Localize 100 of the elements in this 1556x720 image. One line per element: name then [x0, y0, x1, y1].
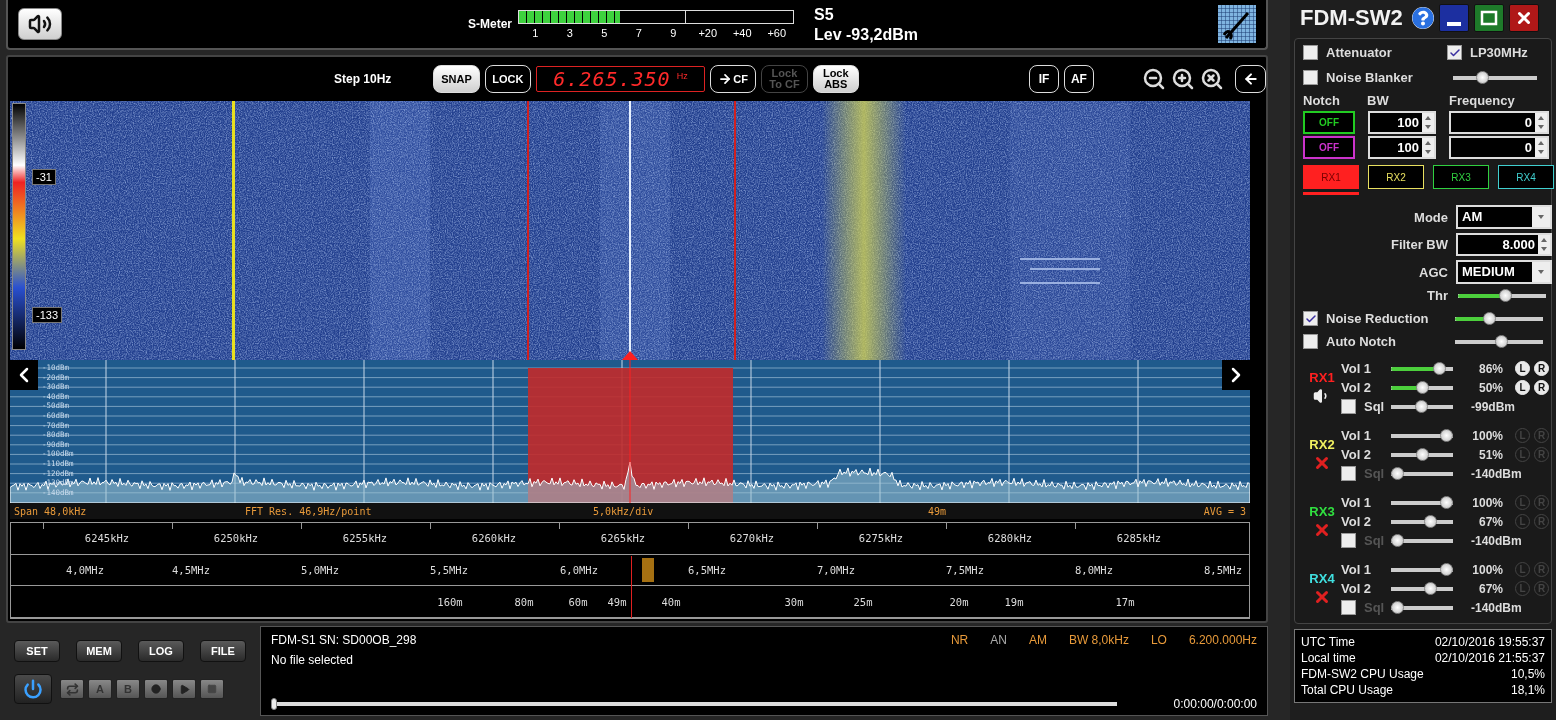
- receiver-label: RX1: [1309, 370, 1335, 385]
- function-button[interactable]: MEM: [76, 640, 122, 662]
- channel-button[interactable]: L: [1515, 361, 1530, 376]
- checkbox[interactable]: [1303, 45, 1318, 60]
- slider-thumb[interactable]: [1494, 335, 1508, 348]
- receiver-tab[interactable]: RX3: [1433, 165, 1489, 189]
- scroll-right-button[interactable]: [1222, 360, 1250, 390]
- slider-thumb[interactable]: [1391, 467, 1404, 480]
- spin-field[interactable]: 8.000: [1456, 233, 1552, 256]
- channel-button[interactable]: L: [1515, 380, 1530, 395]
- slider-thumb[interactable]: [1440, 429, 1453, 442]
- function-button[interactable]: SET: [14, 640, 60, 662]
- dropdown[interactable]: AM: [1456, 205, 1552, 229]
- record-button[interactable]: [144, 679, 168, 699]
- function-button[interactable]: LOG: [138, 640, 184, 662]
- center-button[interactable]: CF: [709, 65, 757, 93]
- scroll-left-button[interactable]: [10, 360, 38, 390]
- function-button[interactable]: FILE: [200, 640, 246, 662]
- close-button[interactable]: [1508, 4, 1539, 32]
- notch-toggle[interactable]: OFF: [1303, 111, 1355, 134]
- zoom-out-icon[interactable]: [1142, 67, 1167, 91]
- muted-icon[interactable]: [1313, 521, 1331, 539]
- receiver-tab[interactable]: RX4: [1498, 165, 1554, 189]
- channel-button[interactable]: R: [1534, 380, 1549, 395]
- spin-field[interactable]: 100: [1368, 136, 1436, 159]
- playback-thumb[interactable]: [271, 698, 277, 710]
- checkbox[interactable]: [1303, 334, 1318, 349]
- squelch-label: Sql: [1364, 533, 1385, 548]
- help-icon[interactable]: [1411, 7, 1434, 29]
- maximize-button[interactable]: [1473, 4, 1504, 32]
- slider-thumb[interactable]: [1476, 71, 1490, 84]
- frequency-scale-label: 7,5MHz: [946, 564, 984, 576]
- checkbox[interactable]: [1341, 600, 1356, 615]
- volume-label: Vol 1: [1341, 361, 1373, 376]
- status-value: 10,5%: [1509, 667, 1545, 681]
- spin-field[interactable]: 0: [1449, 111, 1549, 134]
- checkbox[interactable]: [1447, 45, 1462, 60]
- minimize-button[interactable]: [1438, 4, 1469, 32]
- volume-label: Vol 2: [1341, 447, 1373, 462]
- repeat-button[interactable]: [60, 679, 84, 699]
- frequency-display[interactable]: 6.265.350 Hz: [536, 66, 705, 92]
- notch-toggle[interactable]: OFF: [1303, 136, 1355, 159]
- slider-thumb[interactable]: [1440, 563, 1453, 576]
- squelch-label: Sql: [1364, 399, 1385, 414]
- checkbox[interactable]: [1341, 466, 1356, 481]
- edit-icon[interactable]: [1218, 5, 1256, 43]
- power-button[interactable]: [14, 674, 52, 704]
- slider-thumb[interactable]: [1391, 601, 1404, 614]
- speaker-button[interactable]: [18, 8, 62, 40]
- status-value: 02/10/2016 21:55:37: [1434, 651, 1545, 665]
- slider-thumb[interactable]: [1423, 515, 1437, 528]
- view-button[interactable]: IF: [1029, 65, 1059, 93]
- slider-thumb[interactable]: [1440, 496, 1453, 509]
- level-reading: Lev -93,2dBm: [814, 26, 919, 44]
- slider-thumb[interactable]: [1482, 312, 1496, 325]
- view-button[interactable]: AF: [1064, 65, 1094, 93]
- slider-thumb[interactable]: [1415, 381, 1429, 394]
- slider-thumb[interactable]: [1423, 582, 1437, 595]
- channel-button[interactable]: R: [1534, 361, 1549, 376]
- checkbox[interactable]: [1341, 399, 1356, 414]
- step-label: Step 10Hz: [334, 72, 392, 86]
- frequency-scale-label: 7,0MHz: [817, 564, 855, 576]
- checkbox[interactable]: [1303, 70, 1318, 85]
- s-meter-scale-label: +60: [766, 26, 788, 39]
- repeat-icon: [65, 682, 79, 696]
- frequency-scale-label: 6265kHz: [600, 532, 646, 545]
- checkbox[interactable]: [1341, 533, 1356, 548]
- frequency-scale-label: 5,5MHz: [430, 564, 468, 576]
- stop-icon: [207, 684, 217, 694]
- slider-thumb[interactable]: [1416, 448, 1429, 461]
- setting-label: AGC: [1418, 264, 1448, 280]
- spin-field[interactable]: 0: [1449, 136, 1549, 159]
- checkbox[interactable]: [1303, 311, 1318, 326]
- play-button[interactable]: [172, 679, 196, 699]
- frequency-scale-label: 6285kHz: [1116, 532, 1162, 545]
- slider-thumb[interactable]: [1414, 400, 1428, 413]
- setting-label: Mode: [1413, 209, 1448, 225]
- slider-thumb[interactable]: [1499, 289, 1513, 302]
- dropdown[interactable]: MEDIUM: [1456, 260, 1552, 284]
- stop-button[interactable]: [200, 679, 224, 699]
- toggle-button[interactable]: Lock ABS: [812, 65, 859, 93]
- squelch-reading: -140dBm: [1470, 533, 1523, 548]
- receiver-tab[interactable]: RX2: [1368, 165, 1424, 189]
- band-label: 17m: [1115, 595, 1135, 608]
- slider-thumb[interactable]: [1433, 362, 1447, 375]
- zoom-reset-icon[interactable]: [1200, 67, 1225, 91]
- zoom-in-icon[interactable]: [1171, 67, 1196, 91]
- back-button[interactable]: [1235, 65, 1266, 93]
- toggle-button[interactable]: LOCK: [484, 65, 531, 93]
- spin-field[interactable]: 100: [1368, 111, 1436, 134]
- volume-reading: 50%: [1477, 380, 1503, 395]
- band-label: 25m: [853, 595, 873, 608]
- toggle-button[interactable]: SNAP: [433, 65, 480, 93]
- slider-thumb[interactable]: [1391, 534, 1404, 547]
- muted-icon[interactable]: [1313, 588, 1331, 606]
- muted-icon[interactable]: [1313, 454, 1331, 472]
- column-header: BW: [1367, 93, 1390, 108]
- frequency-scale-label: 6245kHz: [84, 532, 130, 545]
- squelch-label: Sql: [1364, 466, 1385, 481]
- app-title: FDM-SW2: [1300, 5, 1403, 31]
